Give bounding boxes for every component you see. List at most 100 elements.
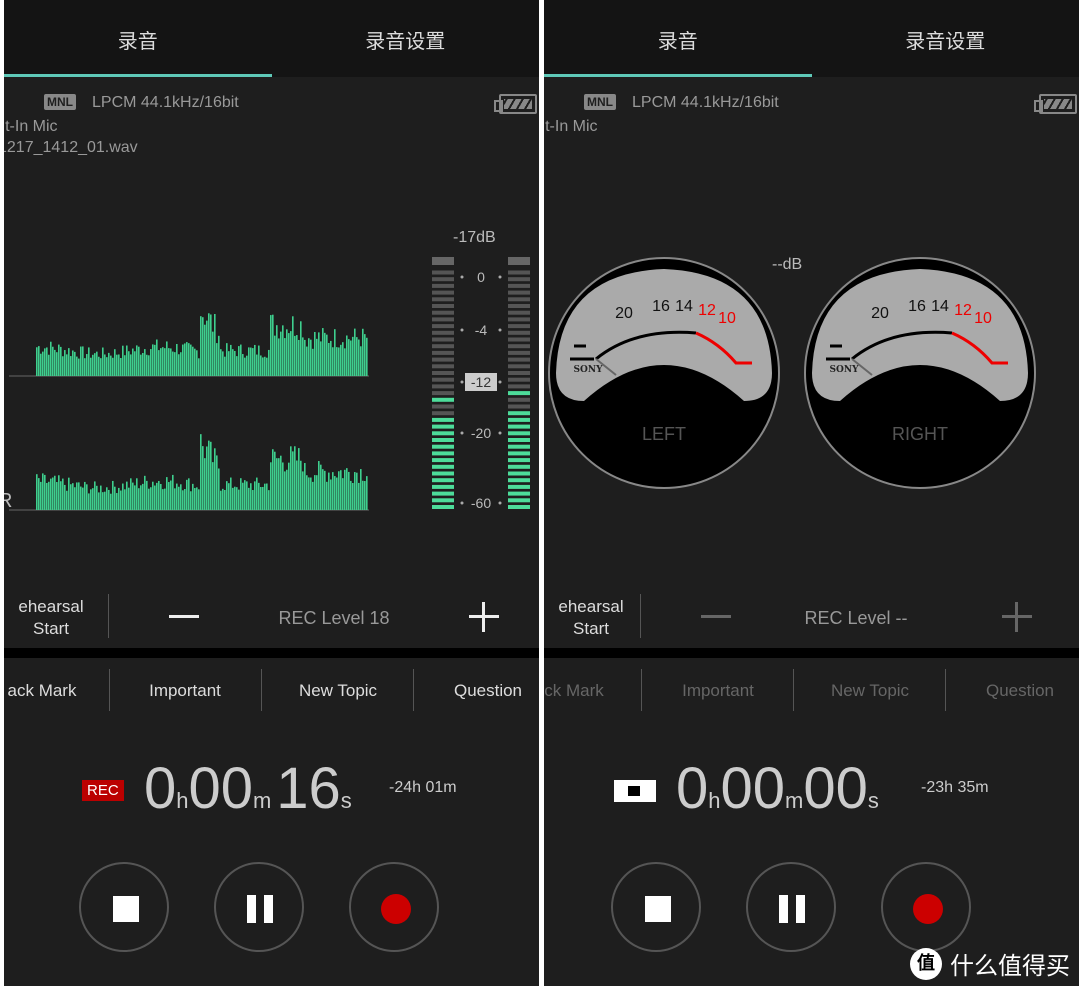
waveform-bar	[304, 463, 306, 510]
waveform-bar	[168, 348, 170, 376]
scale-label: -4	[475, 322, 488, 338]
recorder-screen-vu-meter: 录音 录音设置 MNL LPCM 44.1kHz/16bit ilt-In Mi…	[544, 0, 1079, 986]
waveform-bar	[104, 491, 106, 510]
mark-button-new-topic[interactable]: New Topic	[800, 681, 940, 701]
waveform-bar	[160, 483, 162, 510]
waveform-bar	[350, 340, 352, 376]
stop-icon	[113, 896, 139, 922]
waveform-bar	[264, 483, 266, 510]
waveform-bar	[54, 475, 56, 510]
waveform-bar	[110, 493, 112, 510]
waveform-bar	[160, 348, 162, 376]
waveform-bar	[58, 475, 60, 510]
waveform-bar	[318, 332, 320, 376]
waveform-bar	[44, 348, 46, 376]
waveform-bar	[324, 332, 326, 376]
pause-button[interactable]	[214, 862, 304, 952]
rec-level: REC Level --	[804, 608, 908, 628]
waveform-bar	[230, 477, 232, 510]
mark-button-important[interactable]: Important	[648, 681, 788, 701]
waveform-bar	[42, 351, 44, 376]
waveform-bar	[222, 488, 224, 510]
tab-record[interactable]: 录音	[544, 0, 812, 77]
tab-record-settings[interactable]: 录音设置	[272, 0, 540, 77]
meter-segment	[432, 364, 454, 369]
waveform-bar	[260, 486, 262, 510]
waveform-bar	[332, 347, 334, 376]
meter-segment	[432, 484, 454, 489]
waveform-bar	[88, 347, 90, 376]
scale-dot	[460, 275, 464, 279]
waveform-bar	[130, 354, 132, 376]
vu-channel-label: LEFT	[642, 424, 686, 444]
waveform-bar	[284, 471, 286, 510]
waveform-bar	[290, 331, 292, 376]
mark-button-new-topic[interactable]: New Topic	[268, 681, 408, 701]
waveform-bar	[134, 485, 136, 510]
waveform-bar	[320, 341, 322, 376]
waveform-bar	[126, 345, 128, 376]
stop-button[interactable]	[611, 862, 701, 952]
waveform-bar	[228, 483, 230, 510]
waveform-bar	[202, 317, 204, 376]
waveform-bar	[236, 356, 238, 376]
mark-button-important[interactable]: Important	[115, 681, 255, 701]
vu-brand-logo: SONY	[830, 365, 860, 375]
rehearsal-label: ehearsal	[18, 597, 84, 616]
waveform-bar	[154, 344, 156, 376]
meter-segment	[508, 498, 530, 503]
mark-button-question[interactable]: Question	[950, 681, 1079, 701]
waveform-bar	[56, 352, 58, 376]
waveform-bar	[352, 482, 354, 510]
waveform-bar	[240, 344, 242, 376]
scale-label: -60	[471, 495, 491, 511]
waveform-bar	[224, 489, 226, 510]
waveform-bar	[142, 352, 144, 376]
waveform-bar	[232, 487, 234, 510]
stop-button[interactable]	[79, 862, 169, 952]
waveform-bar	[120, 357, 122, 376]
increase-level-button[interactable]	[1002, 602, 1032, 632]
waveform-bar	[308, 477, 310, 510]
decrease-level-button[interactable]	[701, 615, 731, 618]
record-button[interactable]	[881, 862, 971, 952]
rec-level-row: ehearsal Start REC Level 18	[4, 590, 539, 642]
waveform-bar	[98, 492, 100, 510]
waveform-bar	[336, 347, 338, 376]
scale-label: -12	[471, 374, 491, 390]
waveform-bar	[234, 350, 236, 376]
waveform-bar	[302, 471, 304, 510]
mark-button-track-mark[interactable]: ack Mark	[4, 681, 112, 701]
waveform-bar	[252, 490, 254, 510]
waveform-bar	[112, 480, 114, 510]
increase-level-button[interactable]	[469, 602, 499, 632]
rehearsal-start-button[interactable]: ehearsal Start	[4, 596, 106, 640]
waveform-bar	[218, 468, 220, 510]
meter-segment	[508, 404, 530, 409]
meter-segment	[508, 364, 530, 369]
pause-button[interactable]	[746, 862, 836, 952]
waveform-bar	[324, 470, 326, 510]
waveform-bar	[194, 488, 196, 510]
waveform-bar	[286, 469, 288, 510]
mark-button-question[interactable]: Question	[418, 681, 539, 701]
waveform-bar	[316, 475, 318, 510]
record-button[interactable]	[349, 862, 439, 952]
rehearsal-start-button[interactable]: ehearsal Start	[544, 596, 646, 640]
record-icon	[913, 894, 943, 924]
tab-bar: 录音 录音设置	[544, 0, 1079, 77]
decrease-level-button[interactable]	[169, 615, 199, 618]
tab-record[interactable]: 录音	[4, 0, 272, 77]
waveform-bar	[308, 338, 310, 376]
waveform-bar	[46, 482, 48, 510]
waveform-bar	[316, 338, 318, 376]
tab-record-settings[interactable]: 录音设置	[812, 0, 1080, 77]
waveform-bar	[38, 346, 40, 376]
mark-button-track-mark[interactable]: ck Mark	[544, 681, 644, 701]
waveform-bar	[278, 458, 280, 510]
waveform-bar	[78, 358, 80, 376]
waveform-bar	[170, 348, 172, 376]
waveform-bar	[138, 488, 140, 510]
waveform-bar	[206, 446, 208, 510]
waveform-bar	[188, 478, 190, 510]
